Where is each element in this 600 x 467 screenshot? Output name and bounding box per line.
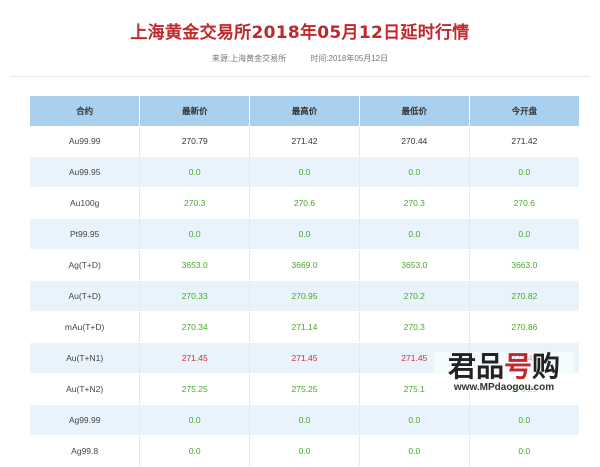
- latest-price-cell: 270.3: [139, 187, 251, 219]
- latest-price-cell: 275.25: [139, 373, 251, 405]
- high-price-cell: 270.95: [249, 280, 360, 312]
- quote-table-container: 合约 最新价 最高价 最低价 今开盘 Au99.99 270.79 271.42 27…: [30, 96, 579, 467]
- watermark-url: www.MPdaogou.com: [434, 382, 574, 393]
- high-price-cell: 270.6: [249, 187, 360, 219]
- latest-price-cell: 270.33: [139, 280, 251, 312]
- high-price-cell: 271.45: [249, 342, 360, 374]
- table-header-row: 合约 最新价 最高价 最低价 今开盘: [30, 96, 579, 126]
- contract-name: Pt99.95: [30, 218, 141, 250]
- contract-name: Ag99.8: [30, 435, 141, 467]
- latest-price-cell: 270.79: [139, 126, 251, 157]
- low-price-cell: 3653.0: [359, 249, 470, 281]
- quote-table: 合约 最新价 最高价 最低价 今开盘 Au99.99 270.79 271.42 27…: [30, 96, 579, 467]
- page-header: 上海黄金交易所2018年05月12日延时行情 来源:上海黄金交易所 时间:201…: [0, 0, 600, 64]
- latest-price-cell: 3653.0: [139, 249, 251, 281]
- contract-name: Au(T+N2): [30, 373, 141, 405]
- high-price-cell: 0.0: [249, 218, 360, 250]
- low-price-cell: 0.0: [359, 156, 470, 188]
- low-price-cell: 0.0: [359, 404, 470, 436]
- table-row: Au(T+D) 270.33 270.95 270.2 270.82: [30, 280, 579, 312]
- watermark-logo: 君品号购: [434, 352, 574, 382]
- header-divider: [10, 76, 590, 77]
- low-price-cell: 270.3: [359, 187, 470, 219]
- open-price-cell: 270.86: [469, 311, 579, 343]
- latest-price-cell: 271.45: [139, 342, 251, 374]
- table-row: Pt99.95 0.0 0.0 0.0 0.0: [30, 218, 579, 250]
- open-price-cell: 270.6: [469, 187, 579, 219]
- low-price-cell: 270.2: [359, 280, 470, 312]
- open-price-cell: 0.0: [469, 435, 579, 467]
- low-price-cell: 270.44: [359, 126, 470, 157]
- high-price-cell: 271.14: [249, 311, 360, 343]
- latest-price-cell: 270.34: [139, 311, 251, 343]
- watermark: 君品号购 www.MPdaogou.com: [434, 352, 574, 393]
- header-high-price: 最高价: [249, 96, 360, 126]
- table-body: Au99.99 270.79 271.42 270.44 271.42 Au99.95 0.…: [30, 126, 579, 467]
- open-price-cell: 0.0: [469, 404, 579, 436]
- open-price-cell: 270.82: [469, 280, 579, 312]
- contract-name: Au99.95: [30, 156, 141, 188]
- high-price-cell: 3669.0: [249, 249, 360, 281]
- contract-name: Au(T+N1): [30, 342, 141, 374]
- open-price-cell: 3663.0: [469, 249, 579, 281]
- latest-price-cell: 0.0: [139, 404, 251, 436]
- high-price-cell: 275.25: [249, 373, 360, 405]
- contract-name: Au(T+D): [30, 280, 141, 312]
- table-row: mAu(T+D) 270.34 271.14 270.3 270.86: [30, 311, 579, 343]
- open-price-cell: 0.0: [469, 218, 579, 250]
- high-price-cell: 271.42: [249, 126, 360, 157]
- table-row: Ag99.99 0.0 0.0 0.0 0.0: [30, 404, 579, 436]
- header-low-price: 最低价: [359, 96, 470, 126]
- high-price-cell: 0.0: [249, 435, 360, 467]
- latest-price-cell: 0.0: [139, 435, 251, 467]
- header-contract: 合约: [30, 96, 141, 126]
- open-price-cell: 271.42: [469, 126, 579, 157]
- contract-name: Au99.99: [30, 126, 141, 157]
- high-price-cell: 0.0: [249, 404, 360, 436]
- high-price-cell: 0.0: [249, 156, 360, 188]
- table-row: Au100g 270.3 270.6 270.3 270.6: [30, 187, 579, 219]
- table-row: Ag(T+D) 3653.0 3669.0 3653.0 3663.0: [30, 249, 579, 281]
- header-open-price: 今开盘: [469, 96, 579, 126]
- contract-name: Ag(T+D): [30, 249, 141, 281]
- table-row: Au99.99 270.79 271.42 270.44 271.42: [30, 126, 579, 157]
- page-title: 上海黄金交易所2018年05月12日延时行情: [130, 23, 470, 43]
- table-row: Au99.95 0.0 0.0 0.0 0.0: [30, 156, 579, 188]
- table-row: Ag99.8 0.0 0.0 0.0 0.0: [30, 435, 579, 467]
- source-text: 来源:上海黄金交易所: [211, 54, 287, 63]
- contract-name: mAu(T+D): [30, 311, 141, 343]
- page-meta: 来源:上海黄金交易所 时间:2018年05月12日: [0, 53, 600, 64]
- contract-name: Ag99.99: [30, 404, 141, 436]
- low-price-cell: 0.0: [359, 435, 470, 467]
- low-price-cell: 270.3: [359, 311, 470, 343]
- open-price-cell: 0.0: [469, 156, 579, 188]
- header-latest-price: 最新价: [139, 96, 251, 126]
- contract-name: Au100g: [30, 187, 141, 219]
- time-text: 时间:2018年05月12日: [310, 54, 389, 63]
- latest-price-cell: 0.0: [139, 218, 251, 250]
- latest-price-cell: 0.0: [139, 156, 251, 188]
- low-price-cell: 0.0: [359, 218, 470, 250]
